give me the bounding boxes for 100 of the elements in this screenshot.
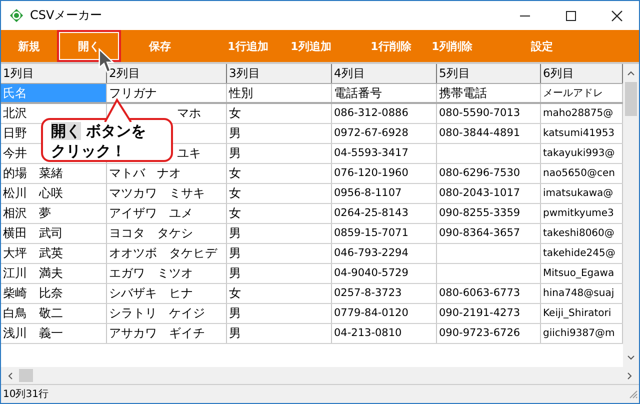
table-cell: takeshi8060@ <box>543 228 614 239</box>
table-cell: 横田 武司 <box>3 226 63 240</box>
table-cell: 076-120-1960 <box>334 167 408 179</box>
table-cell: 080-6296-7530 <box>439 167 520 179</box>
scroll-right-icon[interactable] <box>627 372 633 380</box>
toolbar-button[interactable]: 開く <box>57 30 121 62</box>
column-header[interactable]: 5列目 <box>437 64 541 83</box>
table-cell: hina748@suaj <box>543 288 614 299</box>
column-header[interactable]: 4列目 <box>332 64 437 83</box>
table-cell: 080-6063-6773 <box>439 287 520 299</box>
table-cell: 今井 <box>3 146 27 160</box>
table-cell: 男 <box>229 146 241 160</box>
close-icon[interactable] <box>611 10 623 22</box>
table-cell: 性別 <box>229 86 253 100</box>
scrollbar-thumb[interactable] <box>19 369 33 382</box>
table-cell: 090-9723-6726 <box>439 327 520 339</box>
table-cell: 女 <box>229 186 241 200</box>
table-cell: 的場 菜緒 <box>3 166 63 180</box>
table-cell: 0956-8-1107 <box>334 187 402 199</box>
table-cell: 男 <box>229 226 241 240</box>
table-cell: 白鳥 敬二 <box>3 306 63 320</box>
toolbar-button[interactable]: 新規 <box>1 30 57 62</box>
table-cell: Keiji_Shiratori <box>543 308 612 319</box>
table-cell: 04-213-0810 <box>334 327 402 339</box>
table-cell: 0859-15-7071 <box>334 227 408 239</box>
table-cell: 北沢 <box>3 106 27 120</box>
table-cell: 086-312-0886 <box>334 107 408 119</box>
table-cell: 電話番号 <box>334 86 382 100</box>
table-cell: オオツボ タケヒデ <box>109 246 217 260</box>
table-cell: 松川 心咲 <box>3 186 63 200</box>
table-cell: 090-2191-4273 <box>439 307 520 319</box>
table-cell: マトバ ナオ <box>109 166 181 180</box>
scroll-down-icon[interactable] <box>627 355 635 361</box>
table-cell: 0264-25-8143 <box>334 207 408 219</box>
table-cell: takehide245@ <box>543 248 616 259</box>
table-cell: takayuki993@ <box>543 148 615 159</box>
resize-grip-icon[interactable] <box>628 389 638 399</box>
toolbar-button[interactable]: 1行削除 <box>359 30 423 62</box>
scrollbar-thumb[interactable] <box>625 82 637 116</box>
window-title: CSVメーカー <box>30 7 102 24</box>
scroll-left-icon[interactable] <box>7 372 13 380</box>
table-cell: アイザワ ユメ <box>109 206 193 220</box>
column-header[interactable]: 3列目 <box>227 64 332 83</box>
table-cell: 大坪 武英 <box>3 246 63 260</box>
toolbar-button[interactable]: 1列追加 <box>281 30 341 62</box>
table-cell: 氏名 <box>3 86 27 100</box>
table-cell: 江川 満夫 <box>3 266 63 280</box>
scroll-up-icon[interactable] <box>627 70 635 76</box>
table-cell: 04-5593-3417 <box>334 147 408 159</box>
table-cell: 女 <box>229 166 241 180</box>
app-logo-icon <box>9 8 24 23</box>
toolbar-button[interactable]: 保存 <box>125 30 195 62</box>
table-cell: 男 <box>229 306 241 320</box>
table-cell: 携帯電話 <box>439 86 487 100</box>
table-cell: 0779-84-0120 <box>334 307 408 319</box>
table-cell: 男 <box>229 326 241 340</box>
table-cell: 04-9040-5729 <box>334 267 408 279</box>
horizontal-scrollbar[interactable] <box>1 367 639 384</box>
toolbar-button[interactable]: 設定 <box>511 30 573 62</box>
table-cell: 柴崎 比奈 <box>3 286 63 300</box>
table-cell: 浅川 義一 <box>3 326 63 340</box>
table-cell: giichi9387@m <box>543 328 615 339</box>
table-cell: Mitsuo_Egawa <box>543 268 614 279</box>
table-cell: マツカワ ミサキ <box>109 186 205 200</box>
maximize-icon[interactable] <box>565 10 577 22</box>
table-cell: ユキ <box>177 146 201 160</box>
table-cell: 046-793-2294 <box>334 247 408 259</box>
table-cell: マホ <box>177 106 201 120</box>
table-cell: 女 <box>229 286 241 300</box>
toolbar-button[interactable]: 1列削除 <box>423 30 481 62</box>
table-cell: シラトリ ケイジ <box>109 306 205 320</box>
table-cell: 080-3844-4891 <box>439 127 520 139</box>
table-cell: imatsukawa@ <box>543 188 614 199</box>
table-cell: 日野 <box>3 126 27 140</box>
table-cell: フリガナ <box>109 86 157 100</box>
table-cell: pwmitkyume3 <box>543 208 614 219</box>
table-cell: エガワ ミツオ <box>109 266 193 280</box>
table-cell: 男 <box>229 246 241 260</box>
table-cell: 080-2043-1017 <box>439 187 520 199</box>
table-cell: 女 <box>229 206 241 220</box>
table-cell: シバザキ ヒナ <box>109 286 193 300</box>
table-cell: 0257-8-3723 <box>334 287 402 299</box>
toolbar-button[interactable]: 1行追加 <box>215 30 281 62</box>
table-cell: ヨコタ タケシ <box>109 226 193 240</box>
table-cell: 女 <box>229 106 241 120</box>
table-cell: nao5650@cen <box>543 168 616 179</box>
table-cell: メールアドレ <box>543 88 603 99</box>
status-text: 10列31行 <box>3 388 48 401</box>
callout-text: 開く ボタンを クリック！ <box>50 121 148 161</box>
table-cell: 0972-67-6928 <box>334 127 408 139</box>
table-cell: maho28875@ <box>543 108 614 119</box>
table-cell: katsumi41953 <box>543 128 615 139</box>
vertical-scrollbar[interactable] <box>623 64 639 367</box>
table-cell: 090-8255-3359 <box>439 207 520 219</box>
table-cell: 090-8364-3657 <box>439 227 520 239</box>
table-cell: 男 <box>229 266 241 280</box>
table-cell: 相沢 夢 <box>3 206 51 220</box>
table-cell: 男 <box>229 126 241 140</box>
table-cell: アサカワ ギイチ <box>109 326 205 340</box>
table-cell: 080-5590-7013 <box>439 107 520 119</box>
